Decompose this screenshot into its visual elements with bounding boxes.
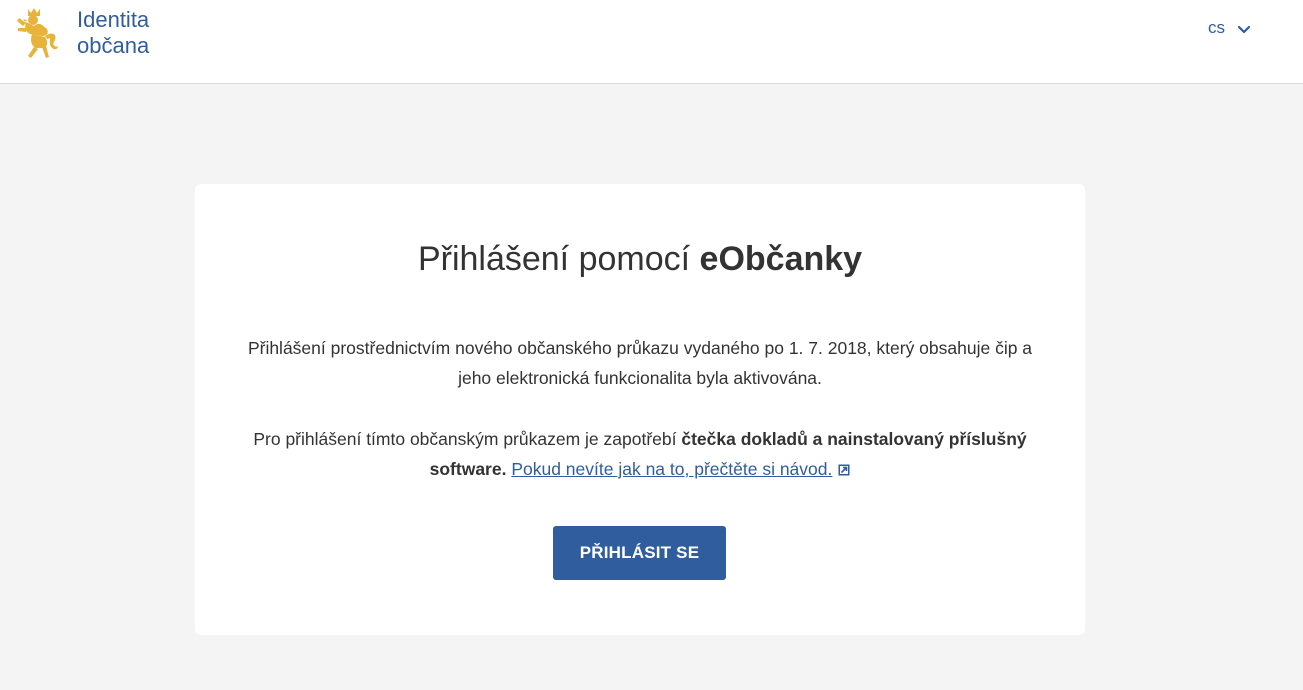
requirements-prefix: Pro přihlášení tímto občanským průkazem … [253, 429, 682, 449]
instructions-link[interactable]: Pokud nevíte jak na to, přečtěte si návo… [511, 459, 832, 479]
czech-lion-icon [17, 8, 58, 58]
page-title: Přihlášení pomocí eObčanky [195, 239, 1085, 279]
language-selector[interactable]: cs [1200, 18, 1251, 38]
logo-line1: Identita [77, 7, 150, 32]
description-paragraph: Přihlášení prostřednictvím nového občans… [247, 338, 1033, 388]
requirements-paragraph: Pro přihlášení tímto občanským průkazem … [240, 424, 1040, 484]
logo-link[interactable]: Identita občana [14, 6, 149, 62]
logo-text: Identita občana [77, 7, 149, 59]
external-link-icon[interactable] [838, 464, 850, 476]
login-button[interactable]: PŘIHLÁSIT SE [553, 526, 726, 580]
language-code: cs [1208, 18, 1225, 37]
chevron-down-icon [1237, 25, 1251, 33]
header: Identita občana cs [0, 0, 1303, 84]
login-card: Přihlášení pomocí eObčanky Přihlášení pr… [195, 184, 1085, 635]
title-bold: eObčanky [699, 240, 863, 278]
logo-line2: občana [77, 33, 150, 58]
title-prefix: Přihlášení pomocí [417, 240, 700, 278]
instructions-link-text: Pokud nevíte jak na to, přečtěte si návo… [511, 459, 833, 479]
